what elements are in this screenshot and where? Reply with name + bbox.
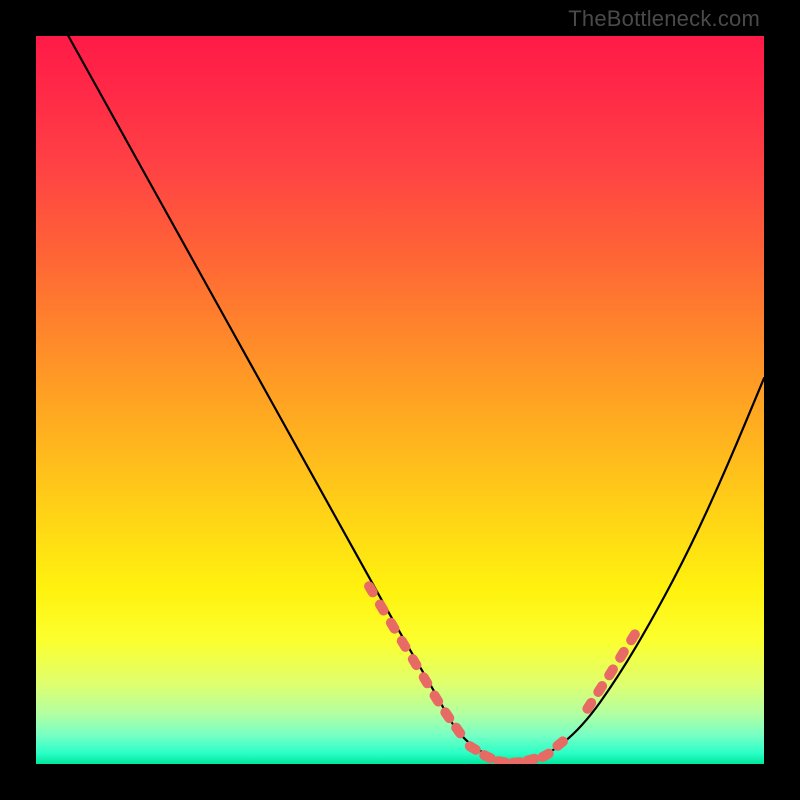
- bottleneck-curve-line: [36, 36, 764, 762]
- curve-marker: [373, 598, 390, 618]
- marker-cluster-trough: [463, 734, 570, 764]
- curve-marker: [580, 696, 598, 716]
- chart-svg: [36, 36, 764, 764]
- marker-cluster-right: [580, 627, 641, 715]
- watermark-text: TheBottleneck.com: [568, 6, 760, 32]
- curve-marker: [591, 679, 609, 699]
- curve-path: [36, 36, 764, 762]
- marker-cluster-left: [362, 579, 467, 740]
- curve-marker: [602, 662, 620, 682]
- curve-marker: [384, 616, 401, 636]
- curve-marker: [438, 705, 456, 725]
- curve-marker: [522, 753, 541, 764]
- chart-plot-area: [36, 36, 764, 764]
- curve-marker: [624, 627, 641, 647]
